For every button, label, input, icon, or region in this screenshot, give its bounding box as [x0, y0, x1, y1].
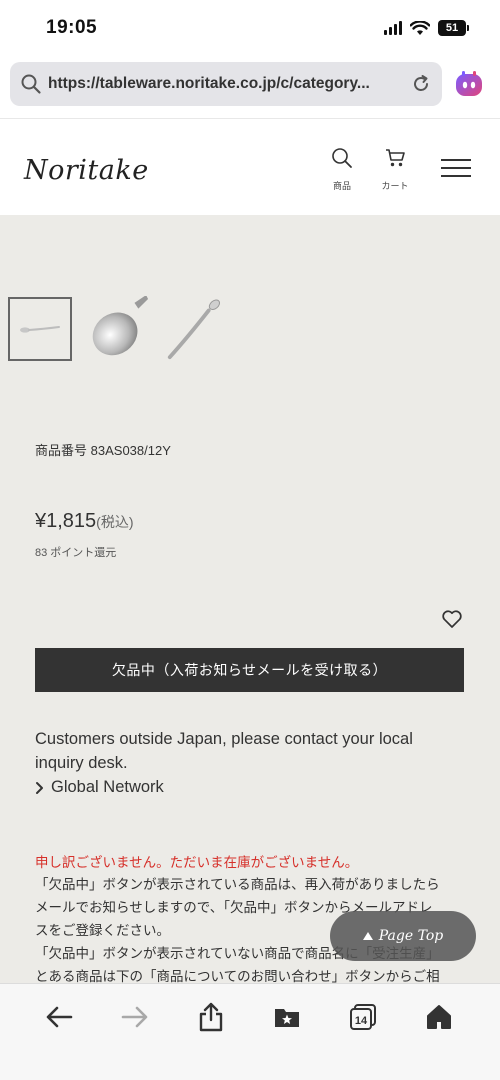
- tax-note: (税込): [96, 514, 134, 530]
- share-icon[interactable]: [194, 1000, 228, 1034]
- product-price: ¥1,815(税込): [35, 510, 134, 533]
- chevron-right-icon: [36, 781, 43, 794]
- forward-arrow-icon[interactable]: [118, 1000, 152, 1034]
- back-arrow-icon[interactable]: [42, 1000, 76, 1034]
- global-network-label: Global Network: [51, 778, 164, 796]
- tabs-icon[interactable]: 14: [346, 1000, 380, 1034]
- search-icon: [21, 74, 41, 94]
- bookmarks-icon[interactable]: [270, 1000, 304, 1034]
- status-bar: 19:05 51: [0, 0, 500, 58]
- search-icon: [332, 148, 352, 168]
- page-top-button[interactable]: Page Top: [330, 911, 476, 961]
- site-header: Noritake 商品 カート: [0, 118, 500, 215]
- address-bar[interactable]: https://tableware.noritake.co.jp/c/categ…: [10, 62, 442, 106]
- thumbnail-spoon-full[interactable]: [8, 297, 72, 361]
- cart-label: カート: [381, 181, 409, 191]
- product-code: 商品番号 83AS038/12Y: [35, 440, 171, 459]
- notice-line: 「欠品中」ボタンが表示されている商品は、再入荷がありましたら: [35, 877, 440, 892]
- url-text[interactable]: https://tableware.noritake.co.jp/c/categ…: [48, 75, 404, 93]
- home-icon[interactable]: [422, 1000, 456, 1034]
- heart-icon[interactable]: [441, 608, 463, 630]
- cart-button[interactable]: カート: [375, 147, 415, 192]
- caret-up-icon: [362, 932, 373, 940]
- browser-toolbar: 14: [0, 983, 500, 1080]
- cart-icon: [386, 149, 405, 167]
- global-network-link[interactable]: Global Network: [35, 778, 164, 797]
- battery-icon: 51: [438, 20, 469, 36]
- out-of-stock-notice: 申し訳ございません。ただいま在庫がございません。: [35, 855, 359, 870]
- signal-icon: [384, 21, 402, 35]
- hamburger-icon[interactable]: [441, 159, 471, 177]
- page-top-label: Page Top: [378, 928, 444, 944]
- reload-icon[interactable]: [410, 73, 432, 95]
- search-label: 商品: [332, 181, 351, 191]
- product-thumbnails: [8, 296, 228, 361]
- status-icons: 51: [384, 20, 469, 36]
- price-value: ¥1,815: [35, 510, 97, 532]
- international-message: Customers outside Japan, please contact …: [35, 730, 413, 772]
- points-text: 83 ポイント還元: [35, 547, 117, 559]
- wifi-icon: [410, 20, 430, 36]
- search-button[interactable]: 商品: [322, 147, 362, 192]
- status-time: 19:05: [46, 17, 98, 38]
- thumbnail-spoon-bowl[interactable]: [86, 296, 150, 361]
- tabs-count: 14: [355, 1015, 368, 1027]
- product-code-label: 商品番号: [35, 443, 88, 458]
- browser-address-area: https://tableware.noritake.co.jp/c/categ…: [0, 58, 500, 118]
- thumbnail-spoon-handle[interactable]: [164, 297, 228, 361]
- product-code-value: 83AS038/12Y: [90, 443, 171, 458]
- copilot-icon[interactable]: [452, 67, 486, 101]
- noritake-logo[interactable]: Noritake: [24, 155, 149, 186]
- restock-notify-button[interactable]: 欠品中（入荷お知らせメールを受け取る）: [35, 648, 464, 692]
